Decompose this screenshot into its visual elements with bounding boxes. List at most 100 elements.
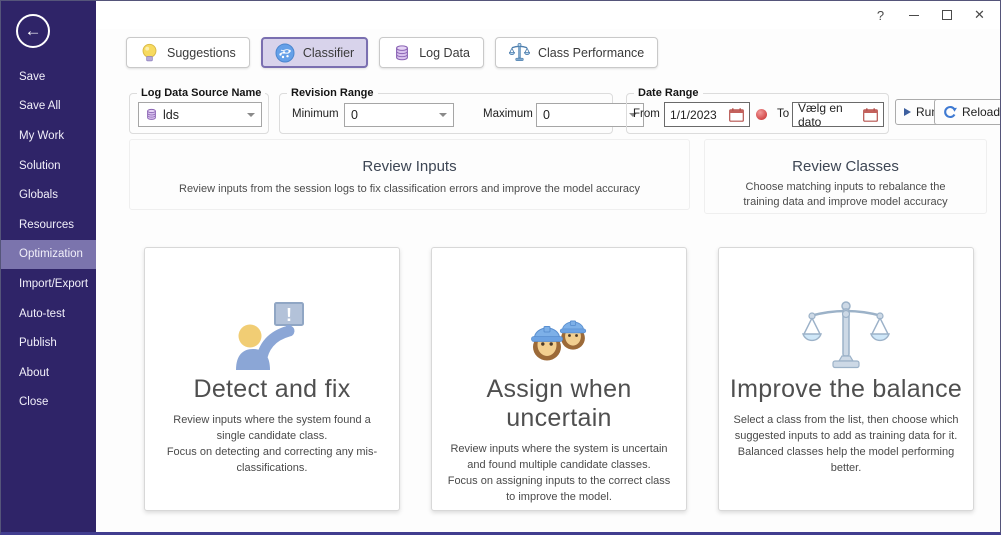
lightbulb-icon: [140, 43, 159, 62]
tab-classifier[interactable]: Classifier: [261, 37, 368, 68]
from-date-input[interactable]: 1/1/2023: [664, 102, 750, 127]
sidebar-item-label: Save All: [19, 100, 61, 112]
sidebar-item-label: My Work: [19, 130, 64, 142]
sidebar-item-label: Close: [19, 396, 48, 408]
sidebar-item-auto-test[interactable]: Auto-test: [1, 299, 96, 329]
tab-class-performance[interactable]: Class Performance: [495, 37, 658, 68]
review-classes-title: Review Classes: [705, 158, 986, 175]
maximize-button[interactable]: [930, 1, 963, 29]
app-window: ? ✕ ← Save Save All My Work Solution Glo…: [0, 0, 1001, 535]
worker-raising-sign-icon: !: [145, 292, 399, 370]
sidebar-item-label: Auto-test: [19, 308, 65, 320]
minimize-button[interactable]: [897, 1, 930, 29]
reload-button[interactable]: Reload: [934, 99, 1001, 125]
date-placeholder: Vælg en dato: [798, 101, 859, 129]
review-inputs-title: Review Inputs: [130, 158, 689, 175]
tab-suggestions[interactable]: Suggestions: [126, 37, 250, 68]
from-label: From: [633, 108, 660, 120]
help-button[interactable]: ?: [864, 1, 897, 29]
card-description-line: Review inputs where the system found a s…: [158, 413, 386, 445]
sidebar-nav: Save Save All My Work Solution Globals R…: [1, 62, 96, 417]
card-description-line: Review inputs where the system is uncert…: [445, 442, 673, 474]
neural-network-icon: [275, 43, 295, 63]
to-date-input[interactable]: Vælg en dato: [792, 102, 884, 127]
sidebar-item-save[interactable]: Save: [1, 62, 96, 92]
exclamation-glyph: !: [286, 305, 292, 325]
review-classes-section: Review Classes Choose matching inputs to…: [704, 139, 987, 214]
sidebar-item-label: About: [19, 367, 49, 379]
maximize-icon: [942, 10, 952, 20]
sidebar-item-label: Save: [19, 71, 45, 83]
database-icon: [145, 108, 158, 121]
assign-when-uncertain-card[interactable]: Assign when uncertain Review inputs wher…: [431, 247, 687, 511]
balance-scale-icon: [509, 43, 530, 62]
sidebar-item-optimization[interactable]: Optimization: [1, 240, 96, 270]
revision-range-group: Revision Range Minimum 0 Maximum 0: [279, 93, 613, 134]
back-button[interactable]: ←: [16, 14, 50, 48]
title-bar: ? ✕: [96, 1, 1000, 29]
tab-label: Log Data: [419, 46, 470, 60]
sidebar: ← Save Save All My Work Solution Globals…: [1, 1, 96, 532]
tab-bar: Suggestions Classifier Log Data: [126, 37, 658, 68]
selected-value: lds: [163, 108, 179, 122]
sidebar-item-publish[interactable]: Publish: [1, 328, 96, 358]
date-range-group: Date Range From 1/1/2023 To Vælg en dato: [626, 93, 889, 134]
date-value: 1/1/2023: [670, 108, 725, 122]
card-description-line: Select a class from the list, then choos…: [732, 413, 960, 445]
minimize-icon: [909, 15, 919, 16]
tab-label: Classifier: [303, 46, 354, 60]
sidebar-item-label: Optimization: [19, 248, 83, 260]
refresh-icon: [943, 105, 957, 119]
selected-value: 0: [543, 108, 550, 122]
database-icon: [393, 44, 411, 62]
play-icon: [904, 108, 911, 116]
balance-scale-icon: [719, 292, 973, 370]
sidebar-item-label: Publish: [19, 337, 57, 349]
sidebar-item-solution[interactable]: Solution: [1, 151, 96, 181]
improve-the-balance-card[interactable]: Improve the balance Select a class from …: [718, 247, 974, 511]
to-label: To: [777, 108, 789, 120]
review-classes-subtitle: Choose matching inputs to rebalance the …: [705, 180, 986, 211]
sidebar-item-label: Import/Export: [19, 278, 88, 290]
sidebar-item-my-work[interactable]: My Work: [1, 121, 96, 151]
card-title: Improve the balance: [719, 375, 973, 404]
sidebar-item-label: Solution: [19, 160, 61, 172]
group-label: Date Range: [634, 87, 703, 99]
close-button[interactable]: ✕: [963, 1, 996, 29]
review-inputs-subtitle: Review inputs from the session logs to f…: [130, 182, 689, 197]
chevron-down-icon: [247, 113, 255, 117]
sidebar-item-label: Globals: [19, 189, 58, 201]
card-description-line: Focus on assigning inputs to the correct…: [445, 474, 673, 506]
calendar-icon[interactable]: [729, 108, 744, 122]
sidebar-item-resources[interactable]: Resources: [1, 210, 96, 240]
log-data-source-select[interactable]: lds: [138, 102, 262, 127]
sidebar-item-close[interactable]: Close: [1, 388, 96, 418]
tab-label: Class Performance: [538, 46, 644, 60]
log-data-source-group: Log Data Source Name lds: [129, 93, 269, 134]
review-inputs-section: Review Inputs Review inputs from the ses…: [129, 139, 690, 210]
selected-value: 0: [351, 108, 358, 122]
sidebar-item-label: Resources: [19, 219, 74, 231]
calendar-icon[interactable]: [863, 108, 878, 122]
chevron-down-icon: [439, 113, 447, 117]
group-label: Revision Range: [287, 87, 378, 99]
back-arrow-icon: ←: [25, 21, 42, 41]
card-title: Detect and fix: [145, 375, 399, 404]
sidebar-item-globals[interactable]: Globals: [1, 180, 96, 210]
reload-label: Reload: [962, 105, 1000, 119]
card-description-line: Focus on detecting and correcting any mi…: [158, 445, 386, 477]
detect-and-fix-card[interactable]: ! Detect and fix Review inputs where the…: [144, 247, 400, 511]
minimum-select[interactable]: 0: [344, 103, 454, 127]
card-description-line: Balanced classes help the model performi…: [732, 445, 960, 477]
tab-log-data[interactable]: Log Data: [379, 37, 484, 68]
sidebar-item-save-all[interactable]: Save All: [1, 92, 96, 122]
close-icon: ✕: [974, 7, 985, 23]
window-controls: ? ✕: [864, 1, 996, 29]
sidebar-item-about[interactable]: About: [1, 358, 96, 388]
minimum-label: Minimum: [292, 108, 339, 120]
tab-label: Suggestions: [167, 46, 236, 60]
maximum-label: Maximum: [483, 108, 533, 120]
sidebar-item-import-export[interactable]: Import/Export: [1, 269, 96, 299]
two-workers-icon: [432, 292, 686, 370]
red-dot-icon: [756, 109, 767, 120]
